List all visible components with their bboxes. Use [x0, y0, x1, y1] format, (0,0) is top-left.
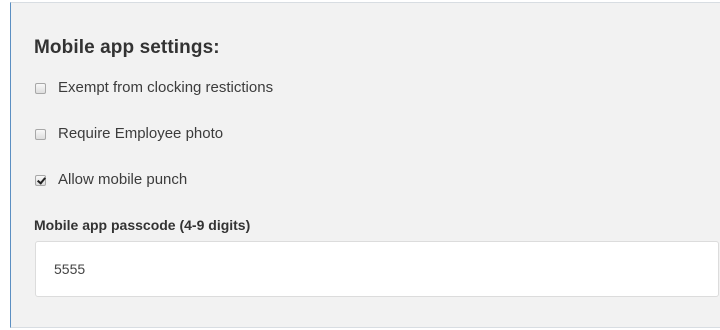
exempt-clocking-option[interactable]: Exempt from clocking restictions: [35, 78, 273, 98]
exempt-clocking-label: Exempt from clocking restictions: [58, 79, 274, 96]
allow-mobile-punch-label: Allow mobile punch: [58, 171, 188, 188]
require-photo-option[interactable]: Require Employee photo: [35, 124, 223, 144]
section-title: Mobile app settings:: [34, 37, 220, 58]
require-photo-checkbox[interactable]: [35, 128, 46, 140]
allow-mobile-punch-checkbox[interactable]: [35, 174, 46, 186]
allow-mobile-punch-option[interactable]: Allow mobile punch: [35, 170, 187, 190]
mobile-app-settings-panel: Mobile app settings: Exempt from clockin…: [10, 2, 720, 328]
exempt-clocking-checkbox[interactable]: [35, 82, 46, 94]
require-photo-label: Require Employee photo: [58, 125, 224, 142]
passcode-input[interactable]: [35, 241, 719, 297]
passcode-label: Mobile app passcode (4-9 digits): [34, 217, 251, 233]
